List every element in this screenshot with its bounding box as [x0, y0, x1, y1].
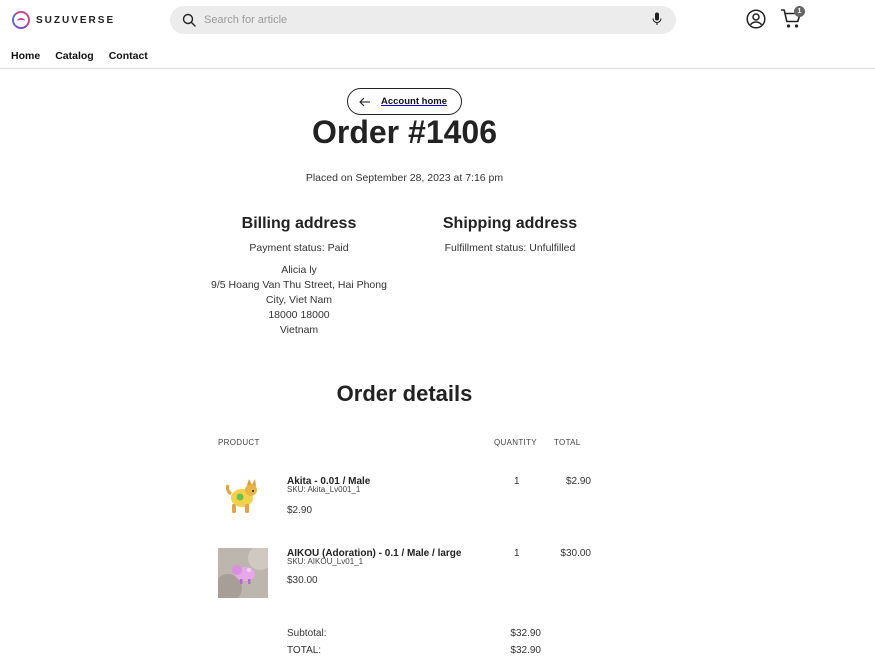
product-sku: SKU: Akita_Lv001_1: [287, 485, 361, 494]
logo-mark-icon: [12, 11, 30, 29]
site-header: SUZUVERSE 1 Home Catalog Contact: [0, 0, 875, 69]
cart-count-badge: 1: [794, 6, 805, 17]
fulfillment-status: Fulfillment status: Unfulfilled: [444, 242, 576, 254]
order-placed-date: Placed on September 28, 2023 at 7:16 pm: [305, 172, 504, 184]
subtotal-value: $32.90: [510, 628, 541, 639]
billing-address-section: Billing address Payment status: Paid Ali…: [200, 215, 398, 338]
order-line-item: AIKOU (Adoration) - 0.1 / Male / large S…: [214, 546, 598, 602]
billing-address-heading: Billing address: [241, 215, 357, 232]
nav-contact[interactable]: Contact: [109, 50, 148, 62]
page-title: Order #1406: [311, 114, 497, 150]
main-nav: Home Catalog Contact: [11, 50, 163, 62]
product-total: $2.90: [565, 476, 591, 487]
address-line: 9/5 Hoang Van Thu Street, Hai Phong: [211, 279, 387, 291]
total-row: TOTAL: $32.90: [287, 645, 541, 656]
brand-logo[interactable]: SUZUVERSE: [12, 11, 115, 29]
address-line: 18000 18000: [268, 309, 330, 321]
nav-home[interactable]: Home: [11, 50, 40, 62]
column-header-quantity: QUANTITY: [494, 438, 537, 447]
search-bar: [170, 6, 676, 34]
product-price: $2.90: [287, 505, 313, 516]
product-price: $30.00: [287, 575, 318, 586]
column-header-product: PRODUCT: [218, 438, 260, 447]
account-home-label: Account home: [381, 96, 447, 107]
brand-name: SUZUVERSE: [36, 14, 116, 26]
search-icon[interactable]: [182, 13, 204, 27]
total-value: $32.90: [510, 645, 541, 656]
arrow-left-icon: [359, 97, 371, 107]
total-label: TOTAL:: [287, 645, 322, 656]
column-header-total: TOTAL: [554, 438, 581, 447]
product-quantity: 1: [514, 476, 520, 487]
product-total: $30.00: [560, 548, 591, 559]
order-details-heading: Order details: [336, 381, 473, 406]
address-line: Vietnam: [279, 324, 319, 336]
product-quantity: 1: [514, 548, 520, 559]
product-image-akita[interactable]: [218, 476, 268, 526]
search-input[interactable]: [204, 14, 634, 26]
account-icon[interactable]: [746, 9, 766, 34]
subtotal-row: Subtotal: $32.90: [287, 628, 541, 639]
mic-icon[interactable]: [652, 12, 662, 31]
account-home-button[interactable]: Account home: [347, 88, 462, 115]
address-line: City, Viet Nam: [265, 294, 333, 306]
nav-catalog[interactable]: Catalog: [55, 50, 94, 62]
shipping-address-section: Shipping address Fulfillment status: Unf…: [430, 215, 590, 254]
payment-status: Payment status: Paid: [249, 242, 349, 254]
address-line: Alicia ly: [281, 264, 317, 276]
product-sku: SKU: AIKOU_Lv01_1: [287, 557, 364, 566]
shipping-address-heading: Shipping address: [442, 215, 578, 232]
subtotal-label: Subtotal:: [287, 628, 327, 639]
product-image-aikou[interactable]: [214, 546, 272, 602]
billing-address-lines: Alicia ly 9/5 Hoang Van Thu Street, Hai …: [200, 263, 398, 338]
order-line-item: Akita - 0.01 / Male SKU: Akita_Lv001_1 $…: [218, 476, 598, 536]
